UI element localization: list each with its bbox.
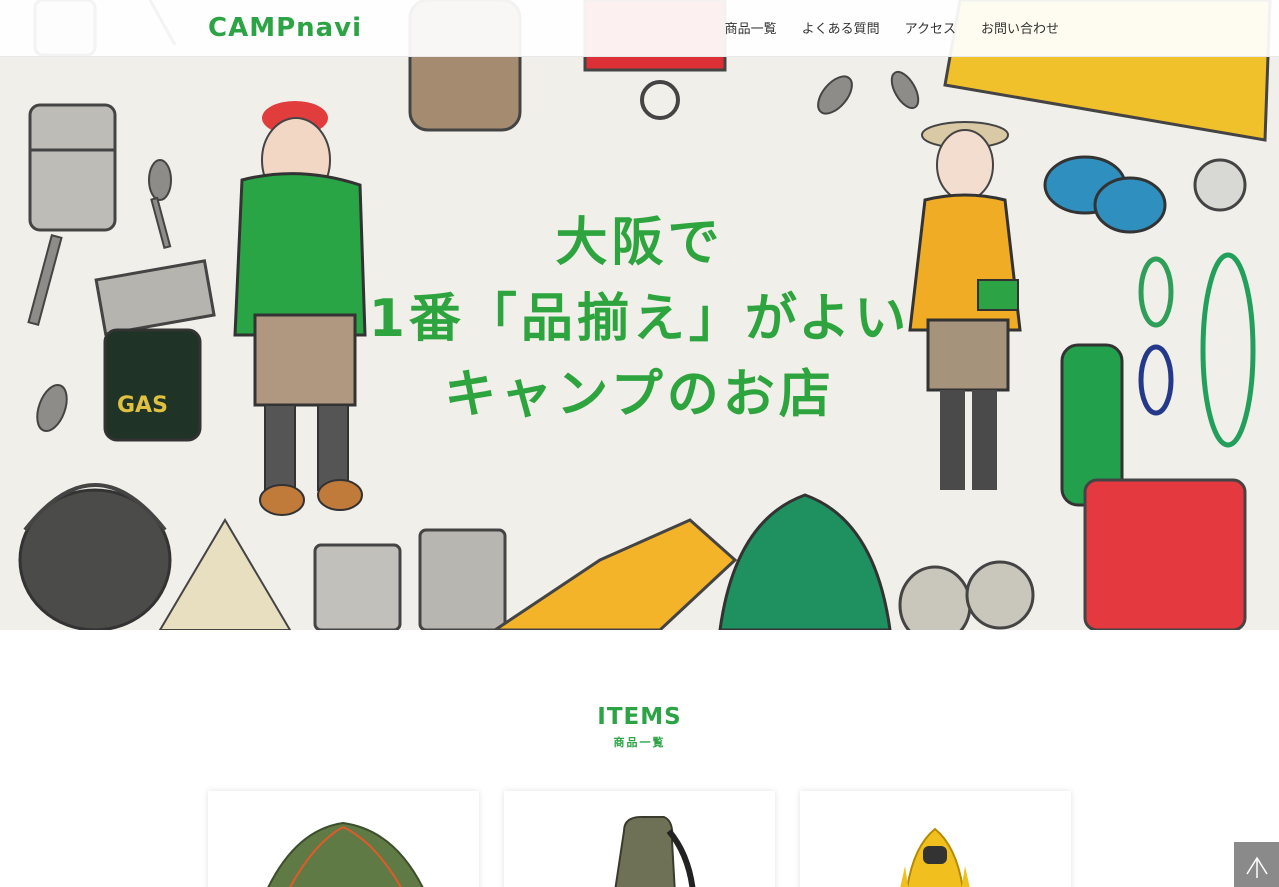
jacket-icon (900, 827, 970, 887)
nav-item-access[interactable]: アクセス (905, 18, 956, 37)
site-header: CAMPnavi 商品一覧 よくある質問 アクセス お問い合わせ (0, 0, 1279, 57)
main-nav: 商品一覧 よくある質問 アクセス お問い合わせ (725, 18, 1059, 37)
backpack-icon (614, 815, 696, 887)
hero-banner: GAS 大阪で 1番「品揃え」がよい キャンプのお店 (0, 0, 1279, 630)
arrow-up-icon (1245, 856, 1268, 878)
teepee-illustration (158, 518, 292, 630)
boots-illustration (898, 565, 972, 630)
items-title-ja: 商品一覧 (613, 736, 666, 749)
hero-line-3: キャンプのお店 (444, 365, 835, 425)
nav-item-contact[interactable]: お問い合わせ (981, 18, 1059, 37)
nav-item-faq[interactable]: よくある質問 (802, 18, 880, 37)
items-section-title: ITEMS 商品一覧 (0, 704, 1279, 750)
compass-illustration (1193, 158, 1247, 212)
tent-icon (267, 821, 424, 887)
hero-line-1: 大阪で (555, 213, 724, 273)
item-card-tent[interactable] (208, 791, 479, 887)
site-logo[interactable]: CAMPnavi (208, 13, 362, 43)
item-card-jacket[interactable] (800, 791, 1071, 887)
nav-item-products[interactable]: 商品一覧 (725, 18, 777, 37)
sleeping-bag-illustration (492, 518, 738, 630)
red-chair-illustration (1083, 478, 1247, 630)
back-to-top-button[interactable] (1234, 842, 1279, 887)
hero-line-2: 1番「品揃え」がよい (368, 289, 911, 349)
hero-headline: 大阪で 1番「品揃え」がよい キャンプのお店 (0, 205, 1279, 433)
items-title-en: ITEMS (597, 704, 682, 730)
page: GAS 大阪で 1番「品揃え」がよい キャンプのお店 CAMPnavi 商品一覧… (0, 0, 1279, 887)
item-card-backpack[interactable] (504, 791, 775, 887)
green-jacket-illustration (718, 493, 892, 630)
mug-illustration (313, 543, 402, 630)
